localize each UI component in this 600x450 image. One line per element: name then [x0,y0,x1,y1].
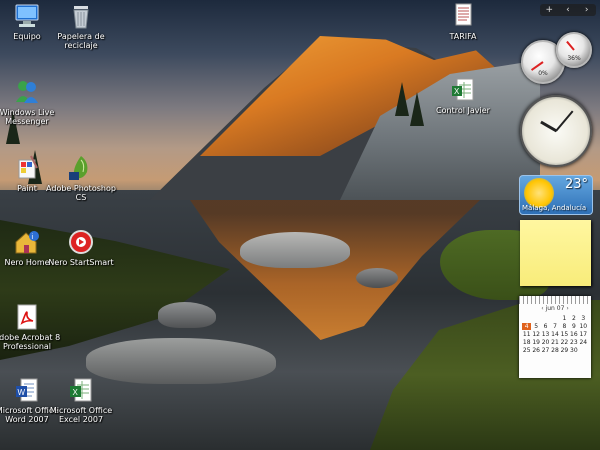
excel-file-icon: X [449,76,477,104]
nero-home-icon: i [13,228,41,256]
calendar-day[interactable]: 28 [550,347,559,354]
desktop-icon-label: Papelera de reciclaje [57,32,105,50]
cpu-percent: 0% [538,70,548,77]
calendar-month-label: jun 07 [545,305,565,312]
calendar-day[interactable]: 22 [560,339,569,346]
add-gadget-button[interactable]: + [542,5,556,15]
sticky-notes-gadget[interactable] [520,220,591,286]
calendar-day[interactable]: 20 [541,339,550,346]
calendar-day[interactable]: 12 [531,331,540,338]
calendar-day[interactable]: 17 [579,331,588,338]
sidebar-prev-button[interactable]: ‹ [561,5,575,15]
calendar-day[interactable]: 25 [522,347,531,354]
calendar-day[interactable]: 9 [569,323,578,330]
calendar-day[interactable]: 6 [541,323,550,330]
desktop-icon-nero-startsmart[interactable]: Nero StartSmart [46,228,116,267]
memory-percent: 36% [567,55,581,62]
recycle-bin-icon [67,2,95,30]
desktop-icon-messenger[interactable]: Windows Live Messenger [0,78,62,126]
rock [240,232,350,268]
memory-meter-gauge[interactable]: 36% [556,32,592,68]
calendar-day[interactable]: 16 [569,331,578,338]
word-icon: W [13,376,41,404]
clock-hour-hand [539,120,557,133]
memory-needle [566,40,575,51]
desktop-icon-tarifa[interactable]: TARIFA [428,2,498,41]
calendar-day[interactable]: 8 [560,323,569,330]
calendar-header: ‹ jun 07 › [519,305,591,312]
calendar-binding [519,296,591,304]
calendar-day[interactable]: 5 [531,323,540,330]
calendar-day[interactable]: 10 [579,323,588,330]
desktop-icon-label: Adobe Acrobat 8 Professional [0,333,61,351]
calendar-day[interactable]: 2 [569,315,578,322]
calendar-day[interactable]: 30 [569,347,578,354]
clock-minute-hand [555,110,574,132]
desktop-icon-papelera[interactable]: Papelera de reciclaje [46,2,116,50]
nero-startsmart-icon [67,228,95,256]
desktop-icon-label: Nero StartSmart [48,258,114,267]
calendar-day[interactable]: 23 [569,339,578,346]
sidebar-next-button[interactable]: › [580,5,594,15]
calendar-day[interactable]: 21 [550,339,559,346]
desktop-icon-excel[interactable]: X Microsoft Office Excel 2007 [46,376,116,424]
desktop-icon-control-javier[interactable]: X Control Javier [428,76,498,115]
svg-text:X: X [73,388,79,397]
desktop-icon-photoshop[interactable]: Adobe Photoshop CS [46,154,116,202]
desktop-icon-label: Windows Live Messenger [0,108,55,126]
desktop-icon-label: Microsoft Office Excel 2007 [49,406,113,424]
paint-icon [13,154,41,182]
acrobat-icon [13,303,41,331]
computer-icon [13,2,41,30]
calendar-day-grid: 0000123456789101112131415161718192021222… [522,315,588,354]
rock [356,268,398,288]
excel-icon: X [67,376,95,404]
tree [395,82,409,116]
calendar-day[interactable]: 11 [522,331,531,338]
calendar-day[interactable]: 4 [522,323,532,330]
sidebar-controls: + ‹ › [540,4,596,16]
calendar-gadget[interactable]: ‹ jun 07 › 00001234567891011121314151617… [519,296,591,378]
calendar-prev-button[interactable]: ‹ [541,305,543,312]
document-icon [449,2,477,30]
calendar-day[interactable]: 15 [560,331,569,338]
calendar-day[interactable]: 3 [579,315,588,322]
desktop-icon-label: Adobe Photoshop CS [46,184,116,202]
calendar-day[interactable]: 7 [550,323,559,330]
calendar-day[interactable]: 19 [531,339,540,346]
calendar-day[interactable]: 24 [579,339,588,346]
calendar-day[interactable]: 18 [522,339,531,346]
calendar-next-button[interactable]: › [566,305,568,312]
tree [410,92,424,126]
svg-text:W: W [18,388,26,397]
calendar-day[interactable]: 13 [541,331,550,338]
photoshop-icon [67,154,95,182]
calendar-day[interactable]: 27 [541,347,550,354]
rock [158,302,216,328]
desktop-icon-acrobat[interactable]: Adobe Acrobat 8 Professional [0,303,62,351]
messenger-icon [13,78,41,106]
desktop-icon-label: Control Javier [436,106,490,115]
calendar-day[interactable]: 26 [531,347,540,354]
svg-text:X: X [454,87,460,96]
calendar-day[interactable]: 1 [560,315,569,322]
weather-location: Málaga, Andalucía [522,204,587,212]
calendar-day[interactable]: 29 [560,347,569,354]
desktop-icon-label: TARIFA [449,32,477,41]
clock-gadget[interactable] [520,95,592,167]
weather-temperature: 23° [564,177,588,192]
weather-gadget[interactable]: 23° Málaga, Andalucía [519,175,593,215]
calendar-day[interactable]: 14 [550,331,559,338]
